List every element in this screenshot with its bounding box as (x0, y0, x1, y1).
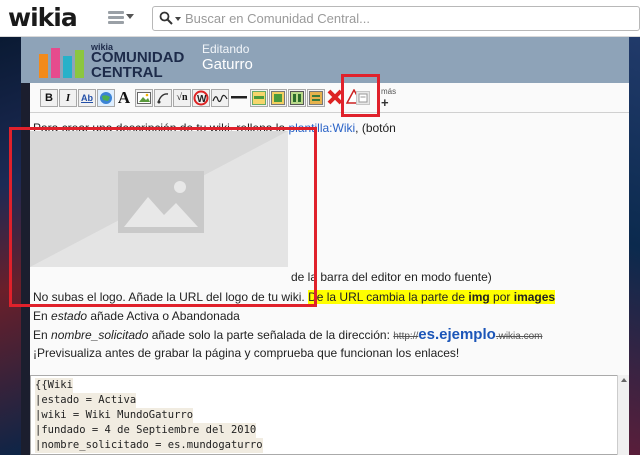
wikitext-textarea[interactable]: {{Wiki |estado = Activa |wiki = Wiki Mun… (30, 375, 627, 455)
wikia-logo[interactable]: wikia (8, 3, 78, 32)
internal-link-button[interactable]: Ab (78, 89, 96, 107)
source-editor: {{Wiki |estado = Activa |wiki = Wiki Mun… (30, 375, 629, 455)
slideshow-icon (290, 91, 304, 105)
italic-button[interactable]: I (59, 89, 77, 107)
editor-toolbar: B I Ab A √n W más + (30, 83, 629, 113)
slideshow-button[interactable] (288, 89, 306, 107)
infobox-button[interactable] (307, 89, 325, 107)
infobox-icon (309, 91, 323, 105)
global-nav: wikia (0, 0, 640, 37)
editing-label: Editando (202, 42, 250, 56)
picture-icon (137, 92, 151, 104)
external-link-button[interactable] (97, 89, 115, 107)
wikitext-line: |nombre_solicitado = es.mundogaturro (35, 438, 263, 453)
image-button[interactable] (135, 89, 153, 107)
annotation-box-template-button (341, 74, 380, 117)
bold-button[interactable]: B (40, 89, 58, 107)
horizontal-line-icon (231, 96, 247, 99)
chevron-down-icon[interactable] (126, 14, 134, 19)
nowiki-button[interactable]: W (192, 89, 210, 107)
search-icon[interactable] (159, 11, 173, 25)
gallery-icon (271, 91, 285, 105)
instruction-line-4: En estado añade Activa o Abandonada (33, 309, 240, 323)
annotation-box-button-image (9, 127, 317, 307)
search-input[interactable] (185, 9, 625, 28)
instruction-line-1-suffix: , (botón (355, 121, 396, 135)
nowiki-icon: W (193, 90, 209, 106)
background-right (629, 37, 640, 455)
svg-text:W: W (197, 94, 207, 105)
wikitext-line: |wiki = Wiki MundoGaturro (35, 408, 194, 423)
scroll-up-arrow-icon[interactable] (621, 378, 627, 382)
wiki-logo-line2: CENTRAL (91, 64, 163, 81)
globe-icon (100, 92, 112, 104)
instruction-line-6: ¡Previsualiza antes de grabar la página … (33, 346, 460, 360)
signature-icon (212, 94, 228, 103)
wikitext-line: |estado = Activa (35, 393, 137, 408)
comunidad-central-logo[interactable]: wikia COMUNIDAD CENTRAL (37, 41, 184, 81)
example-subdomain: es.ejemplo (418, 326, 496, 343)
wiki-logo-line1: COMUNIDAD (91, 49, 185, 66)
more-plus-icon[interactable]: + (381, 95, 389, 110)
highlighted-url-instruction: De la URL cambia la parte de img por ima… (308, 290, 556, 304)
wikitext-line: {{Wiki (35, 378, 73, 393)
search-scope-caret-icon[interactable] (175, 17, 181, 21)
instruction-line-5: En nombre_solicitado añade solo la parte… (33, 326, 543, 343)
media-icon (157, 93, 169, 104)
wiki-logo-text: COMUNIDAD CENTRAL (91, 50, 184, 80)
heading-button[interactable]: A (115, 89, 133, 107)
gallery-button[interactable] (269, 89, 287, 107)
table-button[interactable] (250, 89, 268, 107)
table-icon (252, 91, 266, 105)
horizontal-line-button[interactable] (230, 89, 248, 107)
wiki-logo-graphic (39, 48, 84, 78)
signature-button[interactable] (211, 89, 229, 107)
wikitext-line: |fundado = 4 de Septiembre del 2010 (35, 423, 257, 438)
math-formula-button[interactable]: √n (173, 89, 191, 107)
instruction-line-2-tail: de la barra del editor en modo fuente) (291, 270, 492, 284)
media-button[interactable] (154, 89, 172, 107)
textarea-scrollbar[interactable] (617, 375, 629, 455)
search-box (152, 6, 640, 31)
wiki-header: wikia COMUNIDAD CENTRAL Editando Gaturro (21, 37, 629, 83)
hamburger-menu-icon[interactable] (108, 11, 124, 25)
page-title: Gaturro (202, 56, 253, 73)
